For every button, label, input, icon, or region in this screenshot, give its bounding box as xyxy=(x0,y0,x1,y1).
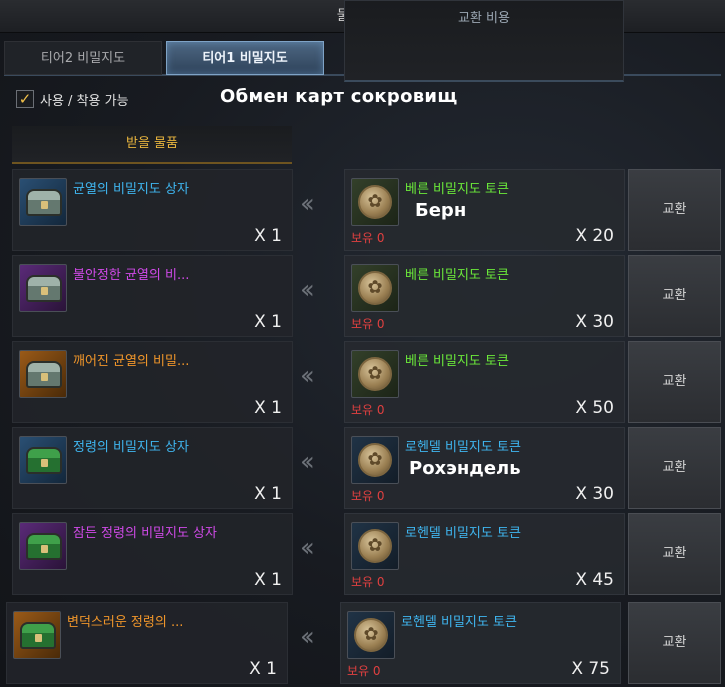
receive-item-name: 균열의 비밀지도 상자 xyxy=(73,182,189,197)
receive-item-name: 변덕스러운 정령의 ... xyxy=(67,615,184,630)
owned-count: 보유 0 xyxy=(351,575,385,589)
map-token-coin-icon: ✿ xyxy=(351,350,399,398)
owned-count: 보유 0 xyxy=(351,317,385,331)
map-token-coin-icon: ✿ xyxy=(347,611,395,659)
treasure-chest-icon xyxy=(19,178,67,226)
exchange-row: 불안정한 균열의 비... X 1 ‹‹ ✿ 베른 비밀지도 토큰 보유 0 X… xyxy=(0,255,725,337)
exchange-row: 변덕스러운 정령의 ... X 1 ‹‹ ✿ 로헨델 비밀지도 토큰 보유 0 … xyxy=(0,602,725,684)
treasure-chest-icon xyxy=(19,264,67,312)
cost-token-name: 베른 비밀지도 토큰 xyxy=(405,182,509,197)
double-chevron-left-icon: ‹‹ xyxy=(300,275,315,305)
owned-count: 보유 0 xyxy=(351,231,385,245)
receive-column-header: 받을 물품 xyxy=(12,126,292,164)
double-chevron-left-icon: ‹‹ xyxy=(300,189,315,219)
receive-item-slot[interactable]: 잠든 정령의 비밀지도 상자 X 1 xyxy=(12,513,293,595)
cost-token-name: 로헨델 비밀지도 토큰 xyxy=(405,526,521,541)
exchange-row: 균열의 비밀지도 상자 X 1 ‹‹ ✿ 베른 비밀지도 토큰 Берн 보유 … xyxy=(0,169,725,251)
receive-item-slot[interactable]: 변덕스러운 정령의 ... X 1 xyxy=(6,602,288,684)
receive-item-name: 잠든 정령의 비밀지도 상자 xyxy=(73,526,217,541)
map-token-coin-icon: ✿ xyxy=(351,436,399,484)
exchange-row: 정령의 비밀지도 상자 X 1 ‹‹ ✿ 로헨델 비밀지도 토큰 Рохэнде… xyxy=(0,427,725,509)
tab-tier1-map[interactable]: 티어1 비밀지도 xyxy=(166,41,324,75)
treasure-chest-icon xyxy=(19,522,67,570)
double-chevron-left-icon: ‹‹ xyxy=(300,361,315,391)
cost-qty: X 50 xyxy=(575,398,614,418)
receive-item-name: 불안정한 균열의 비... xyxy=(73,268,190,283)
receive-item-name: 정령의 비밀지도 상자 xyxy=(73,440,189,455)
receive-item-qty: X 1 xyxy=(249,659,277,679)
exchange-row: 깨어진 균열의 비밀... X 1 ‹‹ ✿ 베른 비밀지도 토큰 보유 0 X… xyxy=(0,341,725,423)
receive-item-name: 깨어진 균열의 비밀... xyxy=(73,354,190,369)
treasure-chest-icon xyxy=(19,350,67,398)
cost-token-name: 베른 비밀지도 토큰 xyxy=(405,354,509,369)
exchange-button[interactable]: 교환 xyxy=(628,341,721,423)
receive-item-qty: X 1 xyxy=(254,570,282,590)
region-note: Берн xyxy=(415,200,467,221)
exchange-button[interactable]: 교환 xyxy=(628,255,721,337)
exchange-button[interactable]: 교환 xyxy=(628,427,721,509)
exchange-button[interactable]: 교환 xyxy=(628,602,721,684)
double-chevron-left-icon: ‹‹ xyxy=(300,622,315,652)
map-token-coin-icon: ✿ xyxy=(351,178,399,226)
cost-item-slot[interactable]: ✿ 로헨델 비밀지도 토큰 보유 0 X 75 xyxy=(340,602,621,684)
receive-item-slot[interactable]: 정령의 비밀지도 상자 X 1 xyxy=(12,427,293,509)
exchange-row: 잠든 정령의 비밀지도 상자 X 1 ‹‹ ✿ 로헨델 비밀지도 토큰 보유 0… xyxy=(0,513,725,595)
receive-item-slot[interactable]: 깨어진 균열의 비밀... X 1 xyxy=(12,341,293,423)
cost-item-slot[interactable]: ✿ 베른 비밀지도 토큰 Берн 보유 0 X 20 xyxy=(344,169,625,251)
treasure-chest-icon xyxy=(19,436,67,484)
double-chevron-left-icon: ‹‹ xyxy=(300,447,315,477)
cost-qty: X 30 xyxy=(575,312,614,332)
owned-count: 보유 0 xyxy=(351,489,385,503)
tab-tier2-map[interactable]: 티어2 비밀지도 xyxy=(4,41,162,75)
owned-count: 보유 0 xyxy=(347,664,381,678)
cost-token-name: 로헨델 비밀지도 토큰 xyxy=(405,440,521,455)
cost-item-slot[interactable]: ✿ 베른 비밀지도 토큰 보유 0 X 30 xyxy=(344,255,625,337)
exchange-button[interactable]: 교환 xyxy=(628,169,721,251)
cost-token-name: 베른 비밀지도 토큰 xyxy=(405,268,509,283)
usable-filter-label: 사용 / 착용 가능 xyxy=(40,93,129,109)
usable-checkbox[interactable]: ✓ xyxy=(16,90,34,108)
receive-item-slot[interactable]: 불안정한 균열의 비... X 1 xyxy=(12,255,293,337)
cost-token-name: 로헨델 비밀지도 토큰 xyxy=(401,615,517,630)
cost-item-slot[interactable]: ✿ 로헨델 비밀지도 토큰 Рохэндель 보유 0 X 30 xyxy=(344,427,625,509)
receive-item-qty: X 1 xyxy=(254,484,282,504)
cost-qty: X 45 xyxy=(575,570,614,590)
receive-item-qty: X 1 xyxy=(254,226,282,246)
map-token-coin-icon: ✿ xyxy=(351,264,399,312)
exchange-button[interactable]: 교환 xyxy=(628,513,721,595)
barter-window: 물물교환 티어2 비밀지도 티어1 비밀지도 ✓ 사용 / 착용 가능 Обме… xyxy=(0,0,725,687)
cost-qty: X 20 xyxy=(575,226,614,246)
receive-item-qty: X 1 xyxy=(254,398,282,418)
treasure-chest-icon xyxy=(13,611,61,659)
receive-item-qty: X 1 xyxy=(254,312,282,332)
overlay-caption: Обмен карт сокровищ xyxy=(220,86,458,107)
cost-column-header: 교환 비용 xyxy=(344,0,624,82)
region-note: Рохэндель xyxy=(409,458,521,479)
cost-item-slot[interactable]: ✿ 베른 비밀지도 토큰 보유 0 X 50 xyxy=(344,341,625,423)
usable-filter[interactable]: ✓ 사용 / 착용 가능 xyxy=(16,88,129,110)
owned-count: 보유 0 xyxy=(351,403,385,417)
cost-qty: X 75 xyxy=(571,659,610,679)
double-chevron-left-icon: ‹‹ xyxy=(300,533,315,563)
cost-item-slot[interactable]: ✿ 로헨델 비밀지도 토큰 보유 0 X 45 xyxy=(344,513,625,595)
cost-qty: X 30 xyxy=(575,484,614,504)
receive-item-slot[interactable]: 균열의 비밀지도 상자 X 1 xyxy=(12,169,293,251)
map-token-coin-icon: ✿ xyxy=(351,522,399,570)
